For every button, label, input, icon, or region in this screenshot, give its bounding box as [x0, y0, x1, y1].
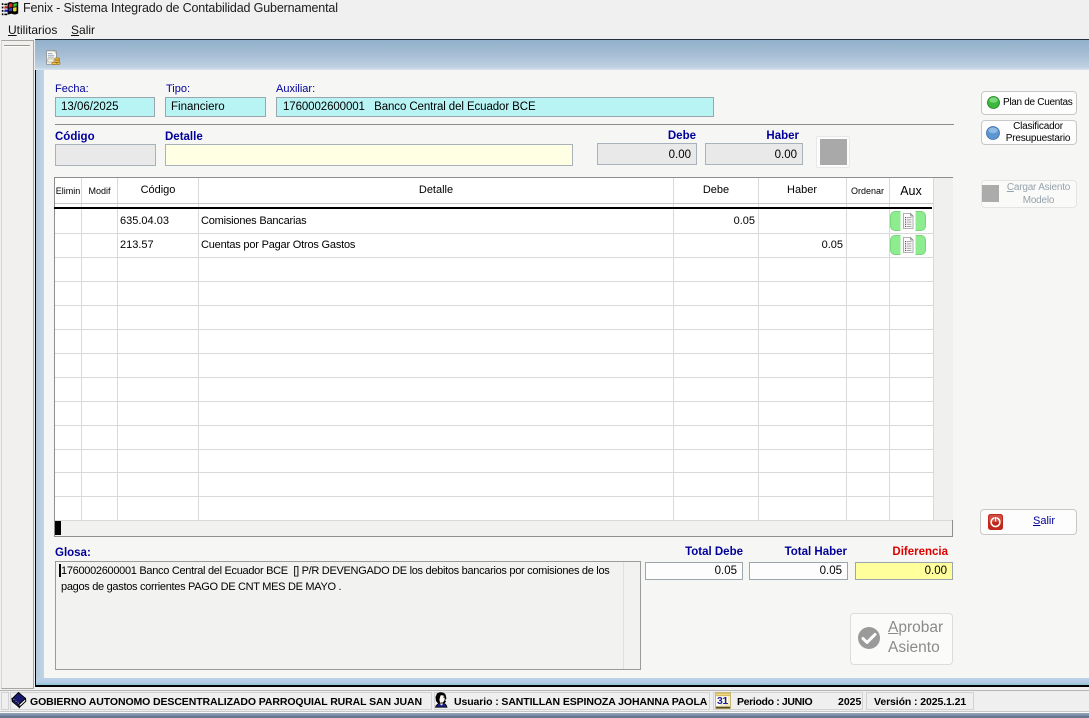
- svg-text:31: 31: [717, 695, 728, 707]
